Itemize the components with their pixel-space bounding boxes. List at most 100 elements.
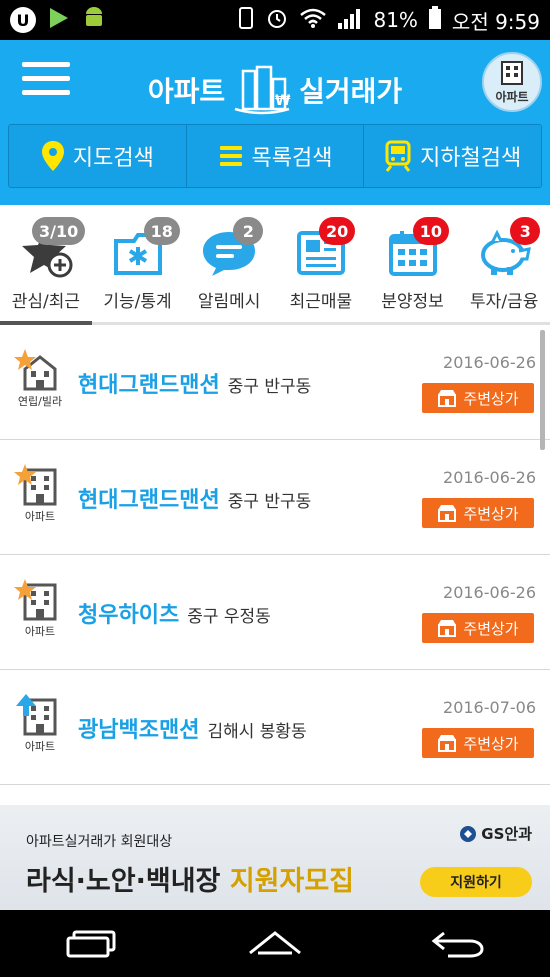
app-title-right: 실거래가 bbox=[299, 75, 403, 108]
transaction-date: 2016-06-26 bbox=[443, 353, 536, 372]
clock: 오전 9:59 bbox=[451, 9, 540, 34]
recent-apps-button[interactable] bbox=[62, 924, 122, 964]
transaction-date: 2016-06-26 bbox=[443, 468, 536, 487]
nearby-shops-label: 주변상가 bbox=[463, 619, 519, 638]
ad-headline-part2: 지원자모집 bbox=[229, 866, 355, 897]
list-item[interactable]: 아파트 현대그랜드맨션 중구 반구동 2016-06-26 주변상가 bbox=[0, 440, 550, 555]
favorites-badge: 3/10 bbox=[32, 217, 86, 245]
wifi-icon bbox=[299, 7, 327, 34]
list-item[interactable]: 아파트 청우하이츠 중구 우정동 2016-06-26 주변상가 bbox=[0, 555, 550, 670]
property-address: 중구 반구동 bbox=[227, 377, 312, 397]
map-search-label: 지도검색 bbox=[72, 146, 154, 171]
property-list: 연립/빌라 현대그랜드맨션 중구 반구동 2016-06-26 주변상가 아파트… bbox=[0, 325, 550, 805]
feature-menu: 3/10 관심/최근 18 기능/통계 2 알림메시 20 최근매물 10 분양… bbox=[0, 205, 550, 325]
map-search-button[interactable]: 지도검색 bbox=[9, 125, 187, 187]
app-title-left: 아파트 bbox=[147, 75, 226, 108]
home-button[interactable] bbox=[245, 924, 305, 964]
tab-label: 투자/금융 bbox=[470, 292, 539, 312]
ad-banner[interactable]: 아파트실거래가 회원대상 라식·노안·백내장 지원자모집 GS안과 지원하기 bbox=[0, 805, 550, 910]
store-icon bbox=[438, 735, 457, 752]
menu-icon[interactable] bbox=[22, 62, 70, 102]
nearby-shops-label: 주변상가 bbox=[463, 504, 519, 523]
app-header: 아파트 ₩ 실거래가 아파트 지도검색 목록검색 지하철검색 bbox=[0, 40, 550, 205]
back-button[interactable] bbox=[428, 924, 488, 964]
arrow-up-icon bbox=[16, 694, 36, 716]
functions-badge: 18 bbox=[143, 217, 180, 245]
property-type-label: 연립/빌라 bbox=[17, 395, 63, 408]
tab-label: 관심/최근 bbox=[11, 292, 80, 312]
recent-apps-icon bbox=[66, 930, 116, 957]
ad-subtitle: 아파트실거래가 회원대상 bbox=[26, 834, 173, 850]
signal-icon bbox=[337, 7, 363, 34]
tab-recent-listings[interactable]: 20 최근매물 bbox=[275, 205, 367, 322]
tab-investment-finance[interactable]: 3 투자/금융 bbox=[458, 205, 550, 322]
tab-presale-info[interactable]: 10 분양정보 bbox=[367, 205, 459, 322]
nearby-shops-button[interactable]: 주변상가 bbox=[422, 383, 534, 413]
search-bar: 지도검색 목록검색 지하철검색 bbox=[8, 124, 542, 188]
vibrate-icon bbox=[237, 6, 255, 35]
store-icon bbox=[438, 505, 457, 522]
tab-notifications[interactable]: 2 알림메시 bbox=[183, 205, 275, 322]
battery-percent: 81% bbox=[373, 8, 418, 32]
nearby-shops-button[interactable]: 주변상가 bbox=[422, 498, 534, 528]
recent-listings-badge: 20 bbox=[319, 217, 356, 245]
list-item[interactable]: 연립/빌라 현대그랜드맨션 중구 반구동 2016-06-26 주변상가 bbox=[0, 325, 550, 440]
subway-search-label: 지하철검색 bbox=[420, 146, 522, 171]
ad-apply-button[interactable]: 지원하기 bbox=[420, 867, 532, 897]
android-icon bbox=[82, 6, 106, 35]
investment-badge: 3 bbox=[510, 217, 541, 245]
nearby-shops-button[interactable]: 주변상가 bbox=[422, 613, 534, 643]
list-search-button[interactable]: 목록검색 bbox=[186, 125, 365, 187]
ad-headline: 라식·노안·백내장 지원자모집 bbox=[26, 859, 354, 898]
tab-functions-stats[interactable]: 18 기능/통계 bbox=[92, 205, 184, 322]
notifications-badge: 2 bbox=[233, 217, 264, 245]
list-scrollbar[interactable] bbox=[540, 330, 545, 450]
property-address: 김해시 봉황동 bbox=[207, 722, 307, 742]
system-nav-bar bbox=[0, 910, 550, 977]
subway-search-button[interactable]: 지하철검색 bbox=[364, 125, 541, 187]
tab-favorites-recent[interactable]: 3/10 관심/최근 bbox=[0, 205, 92, 325]
status-bar: U 81% 오전 9:59 bbox=[0, 0, 550, 40]
property-type-label: 아파트 bbox=[24, 740, 56, 753]
property-type-label: 아파트 bbox=[24, 625, 56, 638]
home-icon bbox=[249, 930, 301, 954]
battery-icon bbox=[428, 5, 442, 35]
property-name: 청우하이츠 bbox=[78, 603, 180, 628]
list-icon bbox=[219, 146, 242, 166]
tab-label: 최근매물 bbox=[289, 292, 353, 312]
store-icon bbox=[438, 390, 457, 407]
tab-label: 기능/통계 bbox=[103, 292, 172, 312]
subway-icon bbox=[385, 140, 411, 172]
property-name: 광남백조맨션 bbox=[78, 718, 200, 743]
nearby-shops-label: 주변상가 bbox=[463, 734, 519, 753]
apartment-icon bbox=[501, 60, 523, 85]
tab-label: 알림메시 bbox=[197, 292, 261, 312]
list-search-label: 목록검색 bbox=[251, 146, 333, 171]
alarm-icon bbox=[265, 6, 289, 35]
nearby-shops-label: 주변상가 bbox=[463, 389, 519, 408]
list-item[interactable]: 아파트 광남백조맨션 김해시 봉황동 2016-07-06 주변상가 bbox=[0, 670, 550, 785]
app-title: 아파트 ₩ 실거래가 bbox=[140, 65, 410, 115]
star-icon bbox=[14, 579, 36, 600]
play-store-icon bbox=[48, 6, 70, 35]
property-type-toggle[interactable]: 아파트 bbox=[482, 52, 542, 112]
brand-logo-icon bbox=[460, 825, 477, 842]
star-icon bbox=[14, 464, 36, 485]
ad-headline-part1: 라식·노안·백내장 bbox=[26, 866, 221, 897]
property-type-label: 아파트 bbox=[24, 510, 56, 523]
presale-badge: 10 bbox=[412, 217, 449, 245]
map-pin-icon bbox=[41, 141, 64, 171]
nearby-shops-button[interactable]: 주변상가 bbox=[422, 728, 534, 758]
property-type-label: 아파트 bbox=[495, 89, 529, 104]
store-icon bbox=[438, 620, 457, 637]
svg-text:₩: ₩ bbox=[275, 93, 291, 109]
ad-brand-name: GS안과 bbox=[481, 825, 532, 843]
property-name: 현대그랜드맨션 bbox=[78, 373, 220, 398]
ad-brand: GS안과 bbox=[459, 823, 532, 844]
app-notification-icon: U bbox=[10, 7, 36, 33]
property-address: 중구 반구동 bbox=[227, 492, 312, 512]
tab-label: 분양정보 bbox=[381, 292, 444, 312]
transaction-date: 2016-06-26 bbox=[443, 583, 536, 602]
star-icon bbox=[14, 349, 36, 370]
back-icon bbox=[431, 931, 484, 957]
